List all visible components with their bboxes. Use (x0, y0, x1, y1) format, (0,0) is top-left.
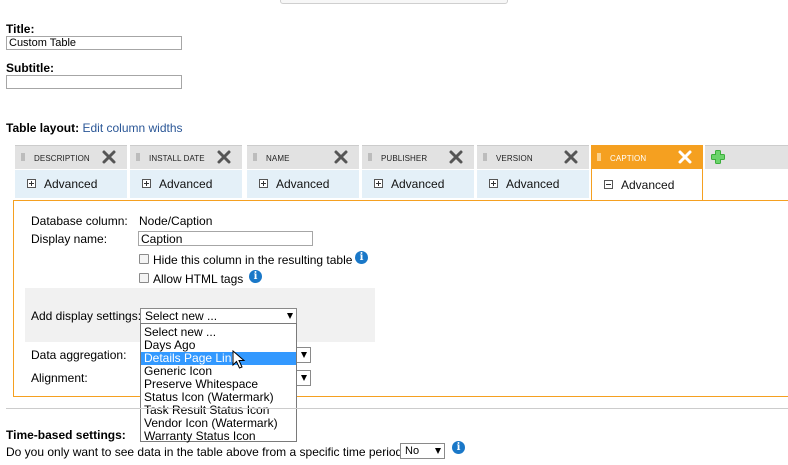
database-column-value: Node/Caption (139, 214, 213, 228)
column-name: PUBLISHER (381, 154, 428, 163)
remove-column-icon[interactable] (448, 149, 464, 165)
mouse-cursor-icon (232, 350, 246, 369)
add-display-settings-label: Add display settings: (31, 309, 142, 323)
time-based-settings-label: Time-based settings: (6, 428, 126, 442)
allow-html-label: Allow HTML tags (153, 272, 244, 286)
title-input[interactable] (6, 36, 182, 50)
time-period-question: Do you only want to see data in the tabl… (6, 445, 409, 459)
time-period-select[interactable]: No (400, 443, 445, 459)
dropdown-arrow-icon (435, 448, 441, 454)
info-icon[interactable]: i (249, 270, 262, 283)
drag-handle-icon[interactable] (136, 153, 140, 161)
expand-icon (27, 179, 36, 188)
drag-handle-icon[interactable] (597, 153, 601, 161)
advanced-toggle[interactable]: Advanced (362, 170, 474, 198)
info-icon[interactable]: i (355, 251, 368, 264)
column-name: INSTALL DATE (149, 154, 205, 163)
allow-html-checkbox[interactable] (139, 273, 149, 283)
column-name: CAPTION (610, 154, 647, 163)
column-tab-caption[interactable]: CAPTION Advanced (591, 145, 703, 201)
dropdown-option[interactable]: Warranty Status Icon (141, 430, 296, 443)
column-name: NAME (266, 154, 290, 163)
dropdown-arrow-icon (301, 375, 307, 381)
table-layout-heading: Table layout: Edit column widths (6, 121, 183, 135)
alignment-label: Alignment: (31, 371, 88, 385)
dropdown-arrow-icon (287, 313, 293, 319)
remove-column-icon[interactable] (101, 149, 117, 165)
column-tab-publisher[interactable]: PUBLISHER Advanced (362, 145, 474, 199)
add-column-icon[interactable] (710, 149, 726, 165)
column-tab-description[interactable]: DESCRIPTION Advanced (15, 145, 127, 199)
advanced-toggle[interactable]: Advanced (130, 170, 242, 198)
display-name-label: Display name: (31, 232, 108, 246)
data-aggregation-label: Data aggregation: (31, 348, 127, 362)
column-tab-install-date[interactable]: INSTALL DATE Advanced (130, 145, 242, 199)
expand-icon (259, 179, 268, 188)
drag-handle-icon[interactable] (368, 153, 372, 161)
add-column-area (705, 145, 788, 169)
section-divider (6, 408, 788, 409)
advanced-toggle[interactable]: Advanced (591, 169, 703, 201)
drag-handle-icon[interactable] (21, 153, 25, 161)
expand-icon (374, 179, 383, 188)
top-scroll-box (280, 0, 508, 4)
table-layout-label: Table layout: (6, 121, 80, 135)
column-name: DESCRIPTION (34, 154, 90, 163)
hide-column-label: Hide this column in the resulting table (153, 253, 353, 267)
database-column-label: Database column: (31, 214, 128, 228)
remove-column-icon[interactable] (677, 149, 693, 165)
column-tab-name[interactable]: NAME Advanced (247, 145, 359, 199)
column-name: VERSION (496, 154, 533, 163)
remove-column-icon[interactable] (216, 149, 232, 165)
title-label: Title: (6, 22, 35, 36)
collapse-icon (604, 180, 613, 189)
add-display-settings-select[interactable]: Select new ... (140, 308, 297, 324)
edit-column-widths-link[interactable]: Edit column widths (82, 121, 182, 135)
remove-column-icon[interactable] (333, 149, 349, 165)
display-settings-dropdown-list[interactable]: Select new ... Days Ago Details Page Lin… (140, 323, 297, 443)
subtitle-input[interactable] (6, 75, 182, 89)
dropdown-arrow-icon (301, 352, 307, 358)
advanced-toggle[interactable]: Advanced (15, 170, 127, 198)
drag-handle-icon[interactable] (253, 153, 257, 161)
advanced-toggle[interactable]: Advanced (247, 170, 359, 198)
remove-column-icon[interactable] (563, 149, 579, 165)
expand-icon (489, 179, 498, 188)
hide-column-checkbox[interactable] (139, 254, 149, 264)
expand-icon (142, 179, 151, 188)
column-tab-version[interactable]: VERSION Advanced (477, 145, 589, 199)
drag-handle-icon[interactable] (483, 153, 487, 161)
subtitle-label: Subtitle: (6, 61, 54, 75)
display-name-input[interactable] (138, 231, 313, 246)
advanced-toggle[interactable]: Advanced (477, 170, 589, 198)
info-icon[interactable]: i (452, 441, 465, 454)
